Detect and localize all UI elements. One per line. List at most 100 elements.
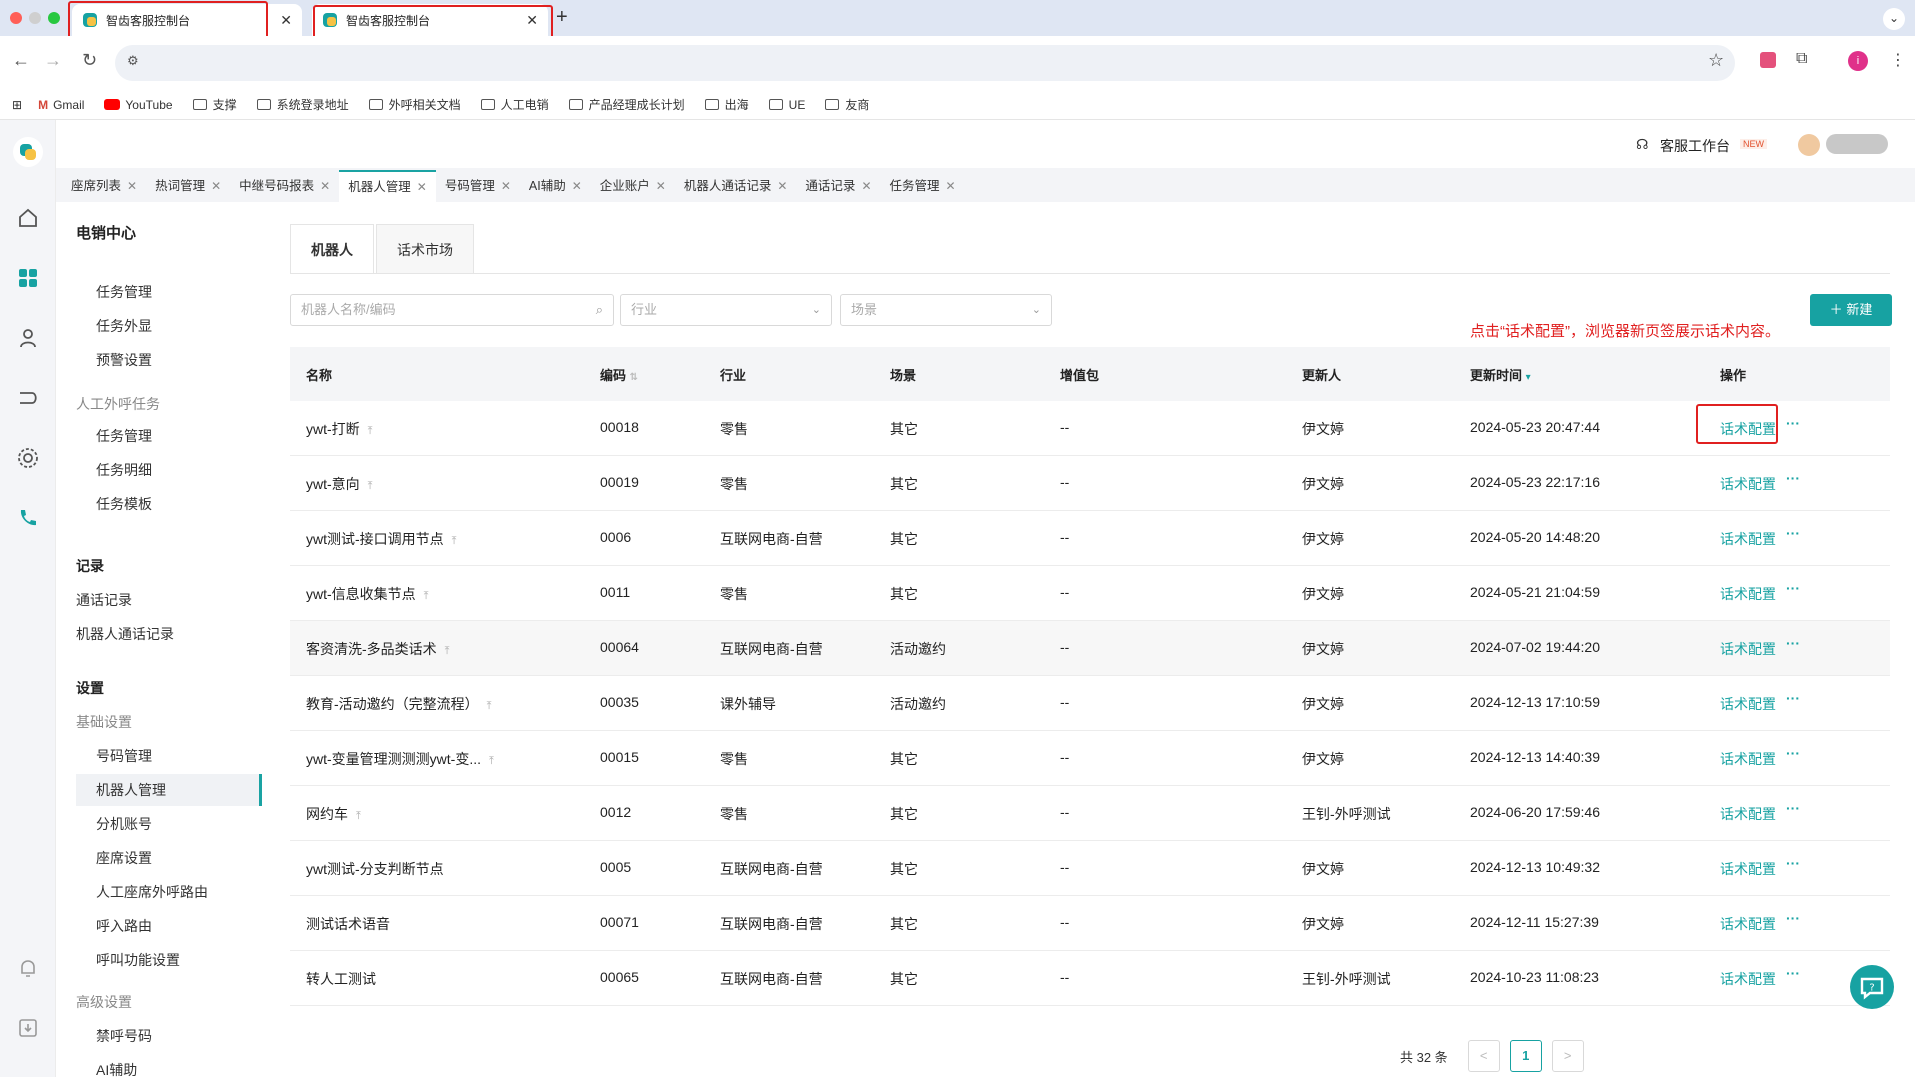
bookmark-folder[interactable]: 系统登录地址 [256,96,349,113]
sidebar-item-call-function[interactable]: 呼叫功能设置 [96,950,180,970]
sidebar-item-robot-manage[interactable]: 机器人管理 [96,780,166,800]
bookmark-folder[interactable]: 外呼相关文档 [368,96,461,113]
bookmark-folder[interactable]: 产品经理成长计划 [568,96,685,113]
sort-icon[interactable]: ⇅ [630,372,638,383]
col-code[interactable]: 编码 ⇅ [600,365,638,384]
forward-icon[interactable]: → [44,50,62,71]
close-icon[interactable]: ✕ [656,170,666,202]
close-icon[interactable]: ✕ [777,170,787,202]
sidebar-item-number-manage[interactable]: 号码管理 [96,746,152,766]
apps-grid-icon[interactable]: ⊞ [12,98,22,112]
pin-top-icon[interactable]: ⤒ [445,645,450,657]
download-icon[interactable] [16,1016,40,1040]
sidebar-item-alert-settings[interactable]: 预警设置 [96,350,152,370]
page-tab[interactable]: 任务管理 ✕ [881,170,965,202]
page-tab[interactable]: 座席列表 ✕ [62,170,146,202]
more-actions-icon[interactable]: ··· [1786,635,1800,651]
script-config-link[interactable]: 话术配置 [1720,749,1776,769]
apps-dashboard-icon[interactable] [16,266,40,290]
pin-top-icon[interactable]: ⤒ [368,425,373,437]
more-actions-icon[interactable]: ··· [1786,800,1800,816]
sidebar-item-task-detail[interactable]: 任务明细 [96,460,152,480]
page-tab[interactable]: 通话记录 ✕ [796,170,880,202]
page-tab[interactable]: 机器人管理 ✕ [339,170,436,202]
page-tab[interactable]: 热词管理 ✕ [146,170,230,202]
bookmark-folder[interactable]: 人工电销 [480,96,549,113]
extension-icon[interactable] [1760,52,1776,68]
script-config-link[interactable]: 话术配置 [1720,694,1776,714]
more-actions-icon[interactable]: ··· [1786,855,1800,871]
pin-top-icon[interactable]: ⤒ [452,535,457,547]
script-config-link[interactable]: 话术配置 [1720,804,1776,824]
close-icon[interactable]: ✕ [127,170,137,202]
pager-prev-button[interactable]: < [1467,1040,1500,1072]
sidebar-item-inbound-route[interactable]: 呼入路由 [96,916,152,936]
script-config-link[interactable]: 话术配置 [1720,529,1776,549]
browser-menu-icon[interactable]: ⋮ [1890,50,1906,70]
bookmark-folder[interactable]: 出海 [704,96,749,113]
notification-bell-icon[interactable] [16,956,40,980]
more-actions-icon[interactable]: ··· [1786,525,1800,541]
sidebar-item-task-manage-2[interactable]: 任务管理 [96,426,152,446]
close-icon[interactable]: ✕ [280,12,292,29]
flow-icon[interactable] [16,386,40,410]
page-tab[interactable]: AI辅助 ✕ [520,170,591,202]
bookmark-folder[interactable]: 友商 [825,96,869,113]
search-icon[interactable]: ⌕ [596,295,603,325]
more-actions-icon[interactable]: ··· [1786,470,1800,486]
workbench-link[interactable]: 客服工作台 [1660,136,1730,156]
more-actions-icon[interactable]: ··· [1786,690,1800,706]
industry-select[interactable]: 行业 ⌄ [620,294,832,326]
pager-next-button[interactable]: > [1551,1040,1584,1072]
extensions-puzzle-icon[interactable]: ⧉ [1796,50,1807,68]
close-icon[interactable]: ✕ [417,171,427,203]
tab-script-market[interactable]: 话术市场 [376,224,474,274]
minimize-window-button[interactable] [29,12,41,24]
script-config-link[interactable]: 话术配置 [1720,914,1776,934]
close-window-button[interactable] [10,12,22,24]
close-icon[interactable]: ✕ [320,170,330,202]
sidebar-item-task-manage[interactable]: 任务管理 [96,282,152,302]
bookmark-folder[interactable]: UE [768,98,805,112]
more-actions-icon[interactable]: ··· [1786,965,1800,981]
pin-top-icon[interactable]: ⤒ [424,590,429,602]
back-icon[interactable]: ← [12,50,30,71]
page-tab[interactable]: 中继号码报表 ✕ [230,170,339,202]
user-name-blurred[interactable] [1826,134,1888,154]
script-config-link[interactable]: 话术配置 [1720,474,1776,494]
sidebar-item-outbound-route[interactable]: 人工座席外呼路由 [96,882,208,902]
close-icon[interactable]: ✕ [946,170,956,202]
sidebar-item-robot-call-record[interactable]: 机器人通话记录 [76,624,174,644]
more-actions-icon[interactable]: ··· [1786,415,1800,431]
page-tab[interactable]: 机器人通话记录 ✕ [675,170,797,202]
script-config-link[interactable]: 话术配置 [1720,859,1776,879]
bookmark-youtube[interactable]: YouTube [104,98,173,112]
site-settings-icon[interactable]: ⚙ [127,53,139,69]
sidebar-item-task-display[interactable]: 任务外显 [96,316,152,336]
more-actions-icon[interactable]: ··· [1786,745,1800,761]
bookmark-star-icon[interactable]: ☆ [1708,50,1724,71]
sidebar-item-extension[interactable]: 分机账号 [96,814,152,834]
search-input[interactable]: 机器人名称/编码 ⌕ [290,294,614,326]
sidebar-item-ai-assist[interactable]: AI辅助 [96,1060,137,1077]
sort-desc-icon[interactable]: ▾ [1526,372,1531,383]
close-icon[interactable]: ✕ [861,170,871,202]
tab-robot[interactable]: 机器人 [290,224,374,274]
more-actions-icon[interactable]: ··· [1786,910,1800,926]
reload-icon[interactable]: ↻ [82,50,97,71]
pin-top-icon[interactable]: ⤒ [489,755,494,767]
user-service-icon[interactable] [16,326,40,350]
new-button[interactable]: ＋ 新建 [1810,294,1892,326]
url-input[interactable]: ⚙ [115,45,1735,81]
pin-top-icon[interactable]: ⤒ [368,480,373,492]
pin-top-icon[interactable]: ⤒ [487,700,492,712]
script-config-link[interactable]: 话术配置 [1720,639,1776,659]
maximize-window-button[interactable] [48,12,60,24]
pager-page-1[interactable]: 1 [1509,1040,1542,1072]
more-actions-icon[interactable]: ··· [1786,580,1800,596]
col-updated-time[interactable]: 更新时间 ▾ [1470,365,1531,384]
sidebar-item-blocked-numbers[interactable]: 禁呼号码 [96,1026,152,1046]
sidebar-item-task-template[interactable]: 任务模板 [96,494,152,514]
tab-list-chevron-icon[interactable]: ⌄ [1883,8,1905,30]
home-icon[interactable] [16,206,40,230]
